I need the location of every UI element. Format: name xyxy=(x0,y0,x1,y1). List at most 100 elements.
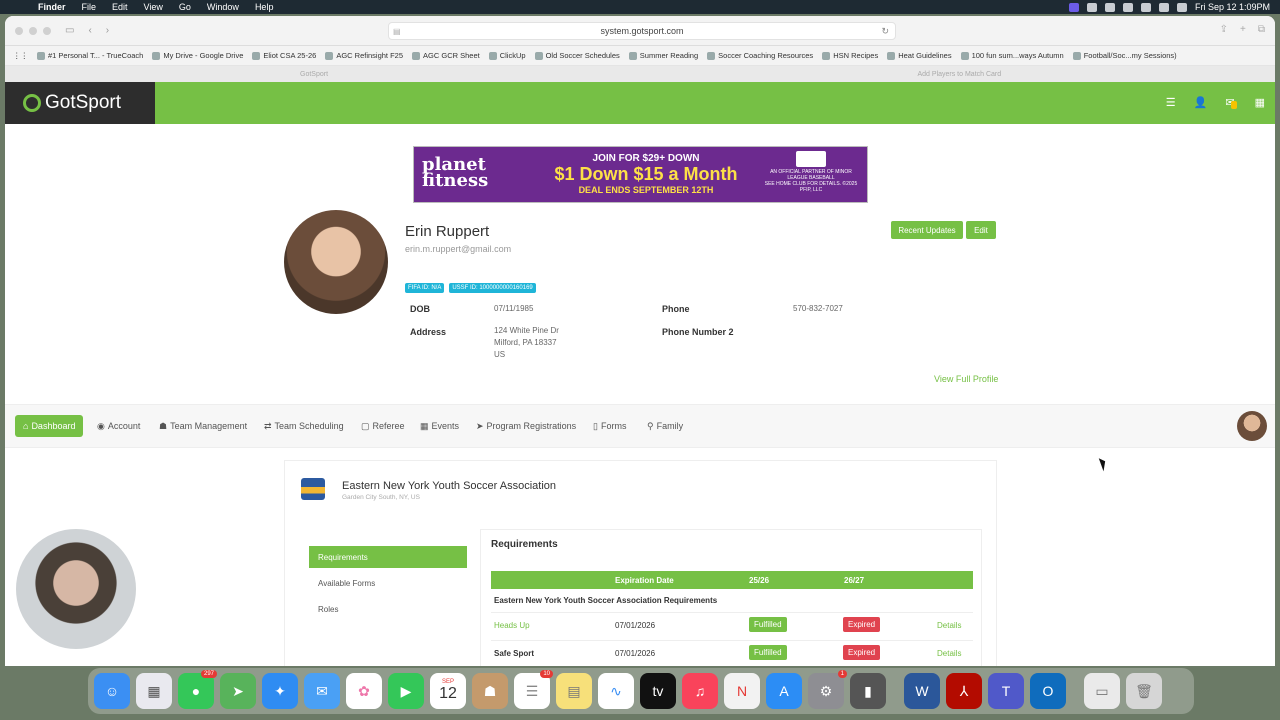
address-bar[interactable]: ▤ system.gotsport.com ↻ xyxy=(388,22,896,40)
menu-list-icon[interactable]: ☰ xyxy=(1166,96,1176,109)
tab-gotsport[interactable]: GotSport xyxy=(5,66,658,82)
side-requirements[interactable]: Requirements xyxy=(309,546,467,568)
bookmark[interactable]: Eliot CSA 25-26 xyxy=(252,51,316,60)
app-store-icon[interactable]: A xyxy=(766,673,802,709)
gotsport-logo[interactable]: GotSport xyxy=(5,82,155,124)
planet-fitness-ad[interactable]: planet fitness JOIN FOR $29+ DOWN $1 Down… xyxy=(413,146,868,203)
reminders-icon[interactable]: ☰ 10 xyxy=(514,670,553,709)
contacts-icon[interactable]: ☗ xyxy=(472,673,508,709)
bookmark[interactable]: ClickUp xyxy=(488,51,526,60)
reminders-badge: 10 xyxy=(540,670,553,678)
menu-file[interactable]: File xyxy=(74,2,105,12)
wifi-icon[interactable] xyxy=(1140,2,1151,12)
zoom-window-icon[interactable] xyxy=(43,26,51,35)
menu-app-name[interactable]: Finder xyxy=(30,2,74,12)
bookmark[interactable]: #1 Personal T... - TrueCoach xyxy=(37,51,143,60)
bookmark[interactable]: AGC Refinsight F25 xyxy=(325,51,403,60)
music-icon[interactable]: ♫ xyxy=(682,673,718,709)
nav-team-scheduling[interactable]: ⇄ Team Scheduling xyxy=(264,415,344,437)
finder-icon[interactable]: ☺ xyxy=(94,673,130,709)
bookmark[interactable]: 100 fun sum...ways Autumn xyxy=(960,51,1064,60)
status-icon[interactable] xyxy=(1122,2,1133,12)
bookmark[interactable]: Heat Guidelines xyxy=(887,51,952,60)
launchpad-icon[interactable]: ▦ xyxy=(136,673,172,709)
menu-window[interactable]: Window xyxy=(199,2,247,12)
outlook-icon[interactable]: O xyxy=(1030,673,1066,709)
bookmark[interactable]: My Drive - Google Drive xyxy=(152,51,243,60)
menu-help[interactable]: Help xyxy=(247,2,282,12)
account-icon: ◉ xyxy=(97,420,105,431)
safari-icon[interactable]: ✦ xyxy=(262,673,298,709)
calendar-icon[interactable]: SEP 12 xyxy=(430,673,466,709)
teams-icon[interactable]: T xyxy=(988,673,1024,709)
sidebar-toggle-icon[interactable]: ▭ xyxy=(65,25,74,36)
nav-team-management[interactable]: ☗ Team Management xyxy=(159,415,247,437)
word-icon[interactable]: W xyxy=(904,673,940,709)
tab-add-players[interactable]: Add Players to Match Card xyxy=(658,66,1276,82)
system-settings-icon[interactable]: ⚙ 1 xyxy=(808,670,847,709)
requirement-name[interactable]: Heads Up xyxy=(494,621,530,630)
maps-icon[interactable]: ➤ xyxy=(220,673,256,709)
apps-grid-icon[interactable]: ▦ xyxy=(1255,96,1265,109)
user-icon[interactable]: 👤 xyxy=(1194,96,1208,109)
ad-join: JOIN FOR $29+ DOWN xyxy=(592,153,700,164)
mail-app-icon[interactable]: ✉ xyxy=(304,673,340,709)
bookmark-label: HSN Recipes xyxy=(833,51,879,60)
bookmark-label: #1 Personal T... - TrueCoach xyxy=(48,51,144,60)
bookmark-folder[interactable]: Soccer Coaching Resources xyxy=(707,51,813,60)
nav-dashboard[interactable]: ⌂ Dashboard xyxy=(15,415,84,437)
status-badge: Expired xyxy=(843,645,881,660)
messages-icon[interactable]: ● 297 xyxy=(178,670,217,709)
side-roles[interactable]: Roles xyxy=(309,598,467,620)
menu-go[interactable]: Go xyxy=(171,2,199,12)
nav-events[interactable]: ▦ Events xyxy=(420,415,459,437)
control-center-icon[interactable] xyxy=(1176,2,1187,12)
remote-icon[interactable]: ▮ xyxy=(850,673,886,709)
menu-edit[interactable]: Edit xyxy=(104,2,136,12)
share-icon[interactable]: ⇪ xyxy=(1220,24,1228,35)
mail-icon[interactable]: ✉ xyxy=(1225,96,1237,109)
user-avatar[interactable] xyxy=(1237,411,1267,441)
news-icon[interactable]: N xyxy=(724,673,760,709)
nav-referee[interactable]: ▢ Referee xyxy=(361,415,405,437)
trash-icon[interactable]: 🗑 xyxy=(1126,673,1162,709)
acrobat-icon[interactable]: ⅄ xyxy=(946,673,982,709)
minimize-window-icon[interactable] xyxy=(29,26,37,35)
menu-view[interactable]: View xyxy=(136,2,171,12)
nav-forms[interactable]: ▯ Forms xyxy=(593,415,626,437)
reload-icon[interactable]: ↻ xyxy=(881,26,889,37)
nav-family[interactable]: ⚲ Family xyxy=(647,415,683,437)
forward-icon[interactable]: › xyxy=(106,25,109,36)
recent-updates-button[interactable]: Recent Updates xyxy=(891,221,963,239)
bookmark[interactable]: AGC GCR Sheet xyxy=(412,51,480,60)
back-icon[interactable]: ‹ xyxy=(88,25,91,36)
side-available-forms[interactable]: Available Forms xyxy=(309,572,467,594)
bookmark[interactable]: HSN Recipes xyxy=(822,51,878,60)
search-icon[interactable] xyxy=(1158,2,1169,12)
bookmarks-grid-icon[interactable]: ⋮⋮ xyxy=(13,51,28,60)
facetime-icon[interactable]: ▶ xyxy=(388,673,424,709)
bookmark-folder[interactable]: Summer Reading xyxy=(628,51,698,60)
ad-deal: DEAL ENDS SEPTEMBER 12TH xyxy=(578,185,714,195)
status-icon[interactable] xyxy=(1086,2,1097,12)
bookmark-folder[interactable]: Old Soccer Schedules xyxy=(534,51,620,60)
freeform-icon[interactable]: ∿ xyxy=(598,673,634,709)
tv-icon[interactable]: tv xyxy=(640,673,676,709)
view-full-profile-link[interactable]: View Full Profile xyxy=(934,374,998,384)
tab-overview-icon[interactable]: ⧉ xyxy=(1258,24,1265,35)
screen-record-icon[interactable] xyxy=(1068,2,1079,12)
details-link[interactable]: Details xyxy=(937,621,961,630)
close-window-icon[interactable] xyxy=(15,26,23,35)
bookmark[interactable]: Football/Soc...my Sessions) xyxy=(1072,51,1177,60)
requirement-name: Safe Sport xyxy=(494,649,535,658)
preview-icon[interactable]: ▭ xyxy=(1084,673,1120,709)
status-icon[interactable] xyxy=(1104,2,1115,12)
photos-icon[interactable]: ✿ xyxy=(346,673,382,709)
nav-program-registrations[interactable]: ➤ Program Registrations xyxy=(476,415,576,437)
details-link[interactable]: Details xyxy=(937,649,961,658)
notes-icon[interactable]: ▤ xyxy=(556,673,592,709)
edit-profile-button[interactable]: Edit xyxy=(966,221,996,239)
new-tab-icon[interactable]: + xyxy=(1240,24,1246,35)
menubar-clock[interactable]: Fri Sep 12 1:09PM xyxy=(1195,2,1270,12)
nav-account[interactable]: ◉ Account xyxy=(97,415,140,437)
